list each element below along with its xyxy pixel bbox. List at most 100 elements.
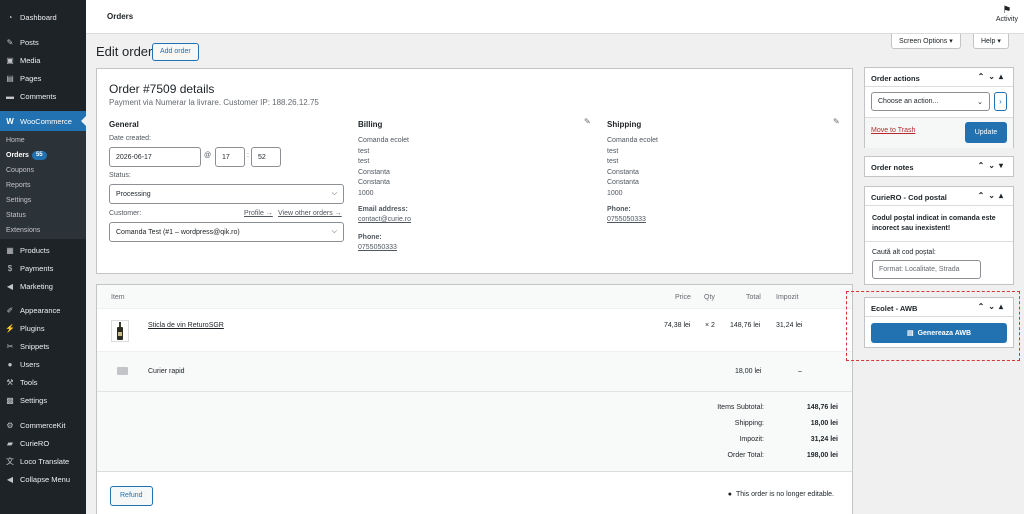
view-other-orders-link[interactable]: View other orders → xyxy=(278,210,342,217)
status-label: Status: xyxy=(109,172,131,179)
menu-collapse[interactable]: ◀ Collapse Menu xyxy=(0,470,86,488)
hour-input[interactable]: 17 xyxy=(215,147,245,167)
menu-curiero[interactable]: ▰ CurieRO xyxy=(0,434,86,452)
box-controls-icon[interactable]: ⌃⌄▴ xyxy=(978,191,1007,200)
update-button[interactable]: Update xyxy=(965,122,1007,143)
customer-label: Customer: xyxy=(109,210,142,217)
order-details-panel: Order #7509 details Payment via Numerar … xyxy=(96,68,853,274)
product-price: 74,38 lei xyxy=(664,322,691,329)
brush-icon: ✐ xyxy=(6,305,14,315)
items-header-row: Item Price Qty Total Impozit xyxy=(97,285,852,309)
menu-loco-translate[interactable]: 文 Loco Translate xyxy=(0,452,86,470)
box-controls-icon[interactable]: ⌃⌄▴ xyxy=(978,302,1007,311)
order-total-label: Order Total: xyxy=(727,452,764,459)
order-notes-heading[interactable]: Order notes ⌃⌄▾ xyxy=(865,157,1013,176)
submenu-coupons[interactable]: Coupons xyxy=(0,163,86,178)
billing-email-link[interactable]: contact@curie.ro xyxy=(358,215,411,226)
submenu-status[interactable]: Status xyxy=(0,208,86,223)
menu-plugins[interactable]: ⚡ Plugins xyxy=(0,319,86,337)
date-created-label: Date created: xyxy=(109,135,152,142)
general-heading: General xyxy=(109,120,139,129)
add-order-button[interactable]: Add order xyxy=(152,43,199,61)
page-title: Orders xyxy=(107,12,134,21)
menu-tools[interactable]: ⚒ Tools xyxy=(0,373,86,391)
menu-woocommerce[interactable]: W WooCommerce xyxy=(0,111,86,131)
submenu-orders[interactable]: Orders 55 xyxy=(0,148,86,163)
tax-total-value: 31,24 lei xyxy=(810,436,838,443)
apply-action-button[interactable]: › xyxy=(994,92,1007,111)
postal-search-input[interactable]: Format: Localitate, Strada xyxy=(872,260,981,279)
move-to-trash-link[interactable]: Move to Trash xyxy=(871,127,915,134)
edit-billing-pencil-icon[interactable]: ✎ xyxy=(584,117,591,126)
billing-phone-link[interactable]: 0755050333 xyxy=(358,243,397,254)
menu-dashboard[interactable]: ◔ Dashboard xyxy=(0,8,86,26)
top-bar: Orders ⚑ Activity xyxy=(86,0,1024,34)
submenu-extensions[interactable]: Extensions xyxy=(0,223,86,238)
activity-button[interactable]: ⚑ Activity xyxy=(996,5,1018,23)
comments-icon: ▬ xyxy=(6,91,14,101)
minute-input[interactable]: 52 xyxy=(251,147,281,167)
menu-marketing[interactable]: ◀ Marketing xyxy=(0,277,86,295)
truck-icon xyxy=(117,367,128,375)
menu-users[interactable]: ● Users xyxy=(0,355,86,373)
refund-button[interactable]: Refund xyxy=(110,486,153,506)
colon-label: : xyxy=(247,152,249,159)
menu-appearance[interactable]: ✐ Appearance xyxy=(0,301,86,319)
box-controls-icon[interactable]: ⌃⌄▾ xyxy=(978,161,1007,170)
flag-icon: ⚑ xyxy=(1002,5,1012,16)
order-subtitle: Payment via Numerar la livrare. Customer… xyxy=(109,98,319,107)
order-action-select[interactable]: Choose an action... ⌄ xyxy=(871,92,990,111)
menu-snippets[interactable]: ✂ Snippets xyxy=(0,337,86,355)
screen-options-button[interactable]: Screen Options ▾ xyxy=(891,34,961,49)
tax-total-label: Impozit: xyxy=(739,436,764,443)
shipping-heading: Shipping xyxy=(607,120,642,129)
settings-icon: ▩ xyxy=(6,395,14,405)
shipping-total-label: Shipping: xyxy=(734,420,764,427)
menu-settings[interactable]: ▩ Settings xyxy=(0,391,86,409)
ecolet-awb-heading: Ecolet - AWB ⌃⌄▴ xyxy=(865,298,1013,317)
items-footer: Refund ● This order is no longer editable… xyxy=(97,471,852,514)
billing-address: Comanda ecolet test test Constanta Const… xyxy=(358,137,409,197)
subtotal-label: Items Subtotal: xyxy=(717,404,764,411)
billing-phone-label: Phone: xyxy=(358,234,382,241)
date-created-input[interactable]: 2026-06-17 xyxy=(109,147,201,167)
shipping-phone-link[interactable]: 0755050333 xyxy=(607,215,646,226)
menu-posts[interactable]: ✎ Posts xyxy=(0,33,86,51)
menu-products[interactable]: ▦ Products xyxy=(0,241,86,259)
submenu-settings[interactable]: Settings xyxy=(0,193,86,208)
dashboard-icon: ◔ xyxy=(7,12,13,22)
postal-search-label: Caută alt cod poștal: xyxy=(872,249,936,256)
status-select[interactable]: Processing ⌵ xyxy=(109,184,344,204)
generate-awb-button[interactable]: ▤ Genereaza AWB xyxy=(871,323,1007,343)
chevron-icon: ⌵ xyxy=(331,228,337,235)
menu-commercekit[interactable]: ⚙ CommerceKit xyxy=(0,416,86,434)
megaphone-icon: ◀ xyxy=(6,281,14,291)
help-button[interactable]: Help ▾ xyxy=(973,34,1009,49)
product-name-link[interactable]: Sticla de vin ReturoSGR xyxy=(148,322,224,329)
submenu-home[interactable]: Home xyxy=(0,133,86,148)
profile-link[interactable]: Profile → xyxy=(244,210,273,217)
wrench-icon: ⚒ xyxy=(6,377,14,387)
woocommerce-submenu: Home Orders 55 Coupons Reports Settings S… xyxy=(0,131,86,239)
curiero-postal-heading: CurieRO - Cod postal ⌃⌄▴ xyxy=(865,187,1013,206)
shipping-phone-label: Phone: xyxy=(607,206,631,213)
menu-media[interactable]: ▣ Media xyxy=(0,51,86,69)
menu-payments[interactable]: $ Payments xyxy=(0,259,86,277)
products-icon: ▦ xyxy=(6,245,14,255)
menu-comments[interactable]: ▬ Comments xyxy=(0,87,86,105)
menu-pages[interactable]: ▤ Pages xyxy=(0,69,86,87)
box-controls-icon[interactable]: ⌃⌄▴ xyxy=(978,72,1007,81)
total-column-header: Total xyxy=(746,294,761,301)
collapse-icon: ◀ xyxy=(6,474,14,484)
submenu-reports[interactable]: Reports xyxy=(0,178,86,193)
subtotal-value: 148,76 lei xyxy=(806,404,838,411)
postal-warning: Codul poștal indicat in comanda este inc… xyxy=(872,215,996,232)
users-icon: ● xyxy=(7,359,13,369)
edit-shipping-pencil-icon[interactable]: ✎ xyxy=(833,117,840,126)
order-notes-box: Order notes ⌃⌄▾ xyxy=(864,156,1014,177)
order-title: Order #7509 details xyxy=(109,82,215,96)
customer-select[interactable]: Comanda Test (#1 – wordpress@qik.ro) ⌵ xyxy=(109,222,344,242)
order-items-panel: Item Price Qty Total Impozit Sticla de v… xyxy=(96,284,853,514)
orders-count-badge: 55 xyxy=(31,151,47,160)
translate-icon: 文 xyxy=(6,456,14,466)
